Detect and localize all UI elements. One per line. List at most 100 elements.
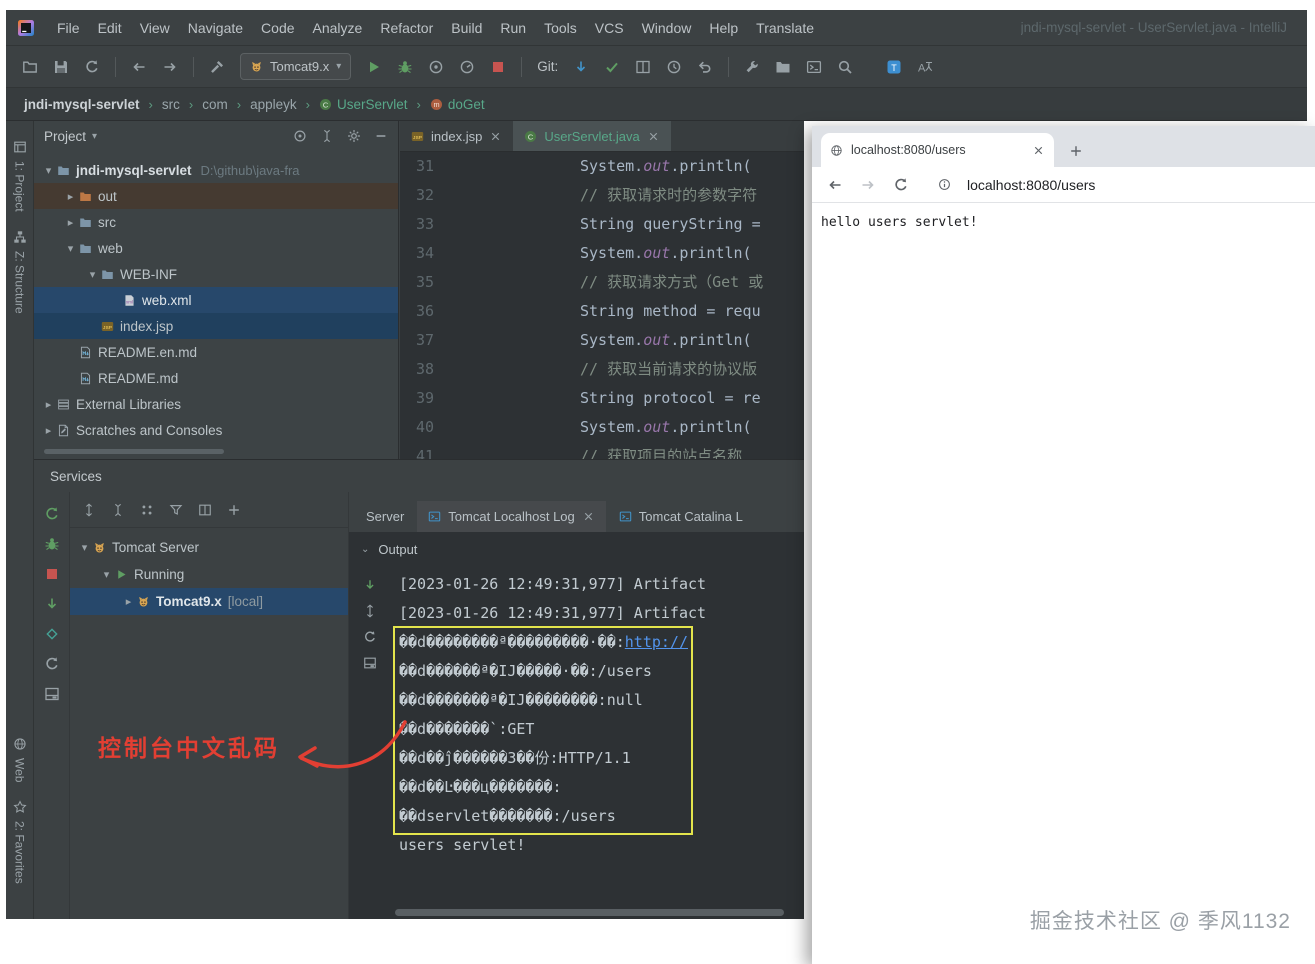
tool-window-button-1-project[interactable]: 1: Project [6,131,33,221]
address-bar[interactable]: localhost:8080/users [920,171,1306,199]
update-project-icon[interactable] [573,59,589,75]
sync-icon[interactable] [84,59,100,75]
soft-wrap-icon[interactable] [363,604,377,618]
menu-translate[interactable]: Translate [747,16,823,40]
chevron-down-icon[interactable]: ⌄ [361,544,369,555]
restart-icon[interactable] [363,630,377,644]
console-scrollbar-thumb[interactable] [395,909,784,916]
collapse-all-icon[interactable] [320,129,334,143]
save-all-icon[interactable] [53,59,69,75]
close-tab-icon[interactable] [489,130,502,143]
editor-code[interactable]: 31 System.out.println(32// 获取请求时的参数字符 33 St… [400,152,804,459]
menu-code[interactable]: Code [252,16,303,40]
history-icon[interactable] [666,59,682,75]
group-by-icon[interactable] [140,503,154,517]
menu-window[interactable]: Window [633,16,701,40]
breadcrumb-userservlet[interactable]: C UserServlet [319,97,408,112]
menu-build[interactable]: Build [442,16,491,40]
build-project-icon[interactable] [209,59,225,75]
scroll-to-end-icon[interactable] [363,578,377,592]
services-item-tomcat-server[interactable]: ▾ Tomcat Server [70,534,348,561]
tool-window-button-z-structure[interactable]: Z: Structure [6,221,33,323]
services-item-running[interactable]: ▾ Running [70,561,348,588]
project-scrollbar-thumb[interactable] [44,449,224,454]
expand-all-icon[interactable] [82,502,96,517]
dock-layout-icon[interactable] [44,686,60,702]
project-item-external-libraries[interactable]: ▸ External Libraries [34,391,398,417]
new-tab-icon[interactable] [1069,144,1083,158]
browser-tab[interactable]: localhost:8080/users [821,133,1054,167]
console-tab-server[interactable]: Server [355,501,415,532]
stop-icon[interactable] [490,59,506,75]
close-tab-icon[interactable] [647,130,660,143]
tool-window-button-2-favorites[interactable]: 2: Favorites [6,791,33,893]
close-tab-icon[interactable] [1032,144,1045,157]
locate-file-icon[interactable] [293,129,307,143]
site-info-icon[interactable] [930,171,958,199]
menu-view[interactable]: View [131,16,179,40]
project-panel-title[interactable]: Project [44,129,86,144]
back-icon[interactable] [131,59,147,75]
settings-wrench-icon[interactable] [744,59,760,75]
browser-forward-icon[interactable] [854,171,882,199]
menu-help[interactable]: Help [700,16,747,40]
breadcrumb-appleyk[interactable]: appleyk [250,97,297,112]
project-item-out[interactable]: ▸ out [34,183,398,209]
project-item-readme-en-md[interactable]: README.en.md [34,339,398,365]
chevron-down-icon[interactable]: ▾ [92,131,97,142]
menu-run[interactable]: Run [491,16,535,40]
project-item-index-jsp[interactable]: JSP index.jsp [34,313,398,339]
project-item-scratches-and-consoles[interactable]: ▸ Scratches and Consoles [34,417,398,443]
breadcrumb-jndi-mysql-servlet[interactable]: jndi-mysql-servlet [24,97,140,112]
menu-tools[interactable]: Tools [535,16,586,40]
project-structure-icon[interactable] [775,59,791,75]
hot-swap-icon[interactable] [44,626,60,642]
coverage-icon[interactable] [428,59,444,75]
collapse-all-icon[interactable] [111,503,125,517]
split-view-icon[interactable] [198,503,212,517]
search-everywhere-icon[interactable] [837,59,853,75]
editor-tab-index-jsp[interactable]: JSP index.jsp [400,121,513,151]
menu-analyze[interactable]: Analyze [304,16,372,40]
translate-plugin-icon[interactable]: T [886,59,902,75]
run-icon[interactable] [366,59,382,75]
rollback-icon[interactable] [697,59,713,75]
editor-tab-userservlet-java[interactable]: C UserServlet.java [513,121,671,151]
menu-file[interactable]: File [48,16,89,40]
intellij-logo-icon[interactable] [18,19,34,36]
filter-icon[interactable] [169,503,183,517]
project-item-web[interactable]: ▾ web [34,235,398,261]
deploy-icon[interactable] [44,596,60,612]
run-configuration-select[interactable]: Tomcat9.x ▾ [240,53,352,80]
menu-refactor[interactable]: Refactor [371,16,442,40]
services-item-tomcat9-x[interactable]: ▸ Tomcat9.x [local] [70,588,348,615]
menu-vcs[interactable]: VCS [586,16,633,40]
project-item-web-inf[interactable]: ▾ WEB-INF [34,261,398,287]
project-item-src[interactable]: ▸ src [34,209,398,235]
tool-window-button-web[interactable]: Web [6,728,33,791]
profiler-icon[interactable] [459,59,475,75]
diff-icon[interactable] [635,59,651,75]
breadcrumb-src[interactable]: src [162,97,180,112]
clear-console-icon[interactable] [363,656,377,670]
refresh-icon[interactable] [44,656,60,672]
add-service-icon[interactable] [227,503,241,517]
browser-reload-icon[interactable] [887,171,915,199]
debug-server-icon[interactable] [44,536,60,552]
close-tab-icon[interactable] [582,510,595,523]
project-item-web-xml[interactable]: xml web.xml [34,287,398,313]
stop-server-icon[interactable] [44,566,60,582]
translate-icon[interactable]: A [917,59,933,75]
open-icon[interactable] [22,59,38,75]
hide-panel-icon[interactable] [374,129,388,143]
console-tab-tomcat-catalina-l[interactable]: Tomcat Catalina L [608,501,754,532]
browser-back-icon[interactable] [821,171,849,199]
menu-navigate[interactable]: Navigate [179,16,252,40]
gear-icon[interactable] [347,129,361,143]
terminal-icon[interactable] [806,59,822,75]
breadcrumb-doget[interactable]: m doGet [430,97,485,112]
console-link[interactable]: http:// [625,633,688,651]
commit-icon[interactable] [604,59,620,75]
project-item-jndi-mysql-servlet[interactable]: ▾ jndi-mysql-servlet D:\github\java-fra [34,157,398,183]
breadcrumb-com[interactable]: com [202,97,228,112]
